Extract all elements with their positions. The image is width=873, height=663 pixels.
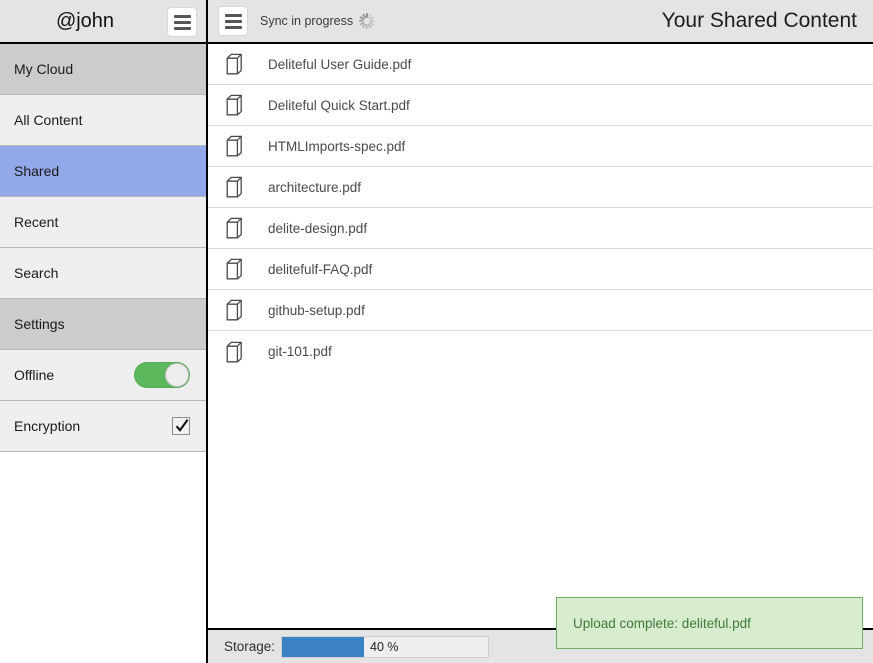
sidebar-item-all-content[interactable]: All Content [0, 95, 206, 146]
offline-label: Offline [14, 367, 55, 383]
hamburger-bar [173, 26, 191, 30]
file-icon [226, 135, 242, 157]
check-icon [175, 419, 189, 432]
sidebar-item-label: Search [14, 265, 59, 281]
file-icon [226, 94, 242, 116]
storage-progress-text: 40 % [370, 639, 399, 654]
file-name: Deliteful Quick Start.pdf [268, 97, 410, 113]
header-main-section: Sync in progress Your Shared Content [208, 0, 873, 42]
setting-row-offline: Offline [0, 350, 206, 401]
setting-row-encryption: Encryption [0, 401, 206, 452]
sidebar-item-recent[interactable]: Recent [0, 197, 206, 248]
file-icon [226, 217, 242, 239]
list-item[interactable]: HTMLImports-spec.pdf [208, 126, 873, 167]
header-user-section: @john [0, 0, 208, 42]
hamburger-icon-left[interactable] [167, 7, 197, 37]
offline-toggle[interactable] [134, 362, 190, 388]
sidebar-item-search[interactable]: Search [0, 248, 206, 299]
sidebar-item-label: Shared [14, 163, 60, 179]
file-list: Deliteful User Guide.pdf Deliteful Quick… [208, 44, 873, 628]
hamburger-bar [173, 20, 191, 24]
file-icon [226, 176, 242, 198]
sidebar: My Cloud All Content Shared Recent Searc… [0, 44, 208, 663]
file-icon [226, 299, 242, 321]
user-name: @john [55, 9, 115, 32]
toast-message: Upload complete: deliteful.pdf [573, 615, 751, 631]
app-window: @john Sync in progress Your Shared Conte… [0, 0, 873, 663]
sidebar-item-my-cloud[interactable]: My Cloud [0, 44, 206, 95]
spinner-icon [359, 13, 376, 29]
app-header: @john Sync in progress Your Shared Conte… [0, 0, 873, 44]
sidebar-item-settings[interactable]: Settings [0, 299, 206, 350]
toggle-knob [165, 363, 189, 387]
file-name: HTMLImports-spec.pdf [268, 138, 406, 154]
file-icon [226, 258, 242, 280]
list-item[interactable]: Deliteful User Guide.pdf [208, 44, 873, 85]
sidebar-item-label: Recent [14, 214, 59, 230]
file-name: delite-design.pdf [268, 220, 368, 236]
list-item[interactable]: github-setup.pdf [208, 290, 873, 331]
file-icon [226, 341, 242, 362]
sidebar-item-label: My Cloud [14, 61, 74, 77]
sidebar-item-label: All Content [14, 112, 83, 128]
hamburger-bar [224, 25, 242, 29]
file-name: Deliteful User Guide.pdf [268, 56, 412, 72]
list-item[interactable]: architecture.pdf [208, 167, 873, 208]
app-body: My Cloud All Content Shared Recent Searc… [0, 44, 873, 663]
sidebar-empty-space [0, 452, 206, 663]
file-name: architecture.pdf [268, 179, 362, 195]
encryption-label: Encryption [14, 418, 81, 434]
sync-status-group: Sync in progress [260, 13, 376, 29]
file-name: delitefulf-FAQ.pdf [268, 261, 373, 277]
list-item[interactable]: delite-design.pdf [208, 208, 873, 249]
file-name: github-setup.pdf [268, 302, 365, 318]
storage-progress-bar: 40 % [281, 635, 490, 658]
encryption-checkbox[interactable] [172, 417, 190, 435]
file-icon [226, 53, 242, 75]
list-item[interactable]: git-101.pdf [208, 331, 873, 372]
sync-status-label: Sync in progress [260, 14, 354, 28]
hamburger-icon-right[interactable] [218, 6, 248, 36]
hamburger-bar [224, 13, 242, 17]
file-name: git-101.pdf [268, 344, 332, 359]
sidebar-item-shared[interactable]: Shared [0, 146, 206, 197]
hamburger-bar [224, 19, 242, 23]
sidebar-item-label: Settings [14, 316, 65, 332]
list-item[interactable]: delitefulf-FAQ.pdf [208, 249, 873, 290]
upload-toast[interactable]: Upload complete: deliteful.pdf [556, 597, 863, 649]
main-panel: Deliteful User Guide.pdf Deliteful Quick… [208, 44, 873, 663]
list-item[interactable]: Deliteful Quick Start.pdf [208, 85, 873, 126]
storage-label: Storage: [224, 639, 276, 654]
hamburger-bar [173, 14, 191, 18]
